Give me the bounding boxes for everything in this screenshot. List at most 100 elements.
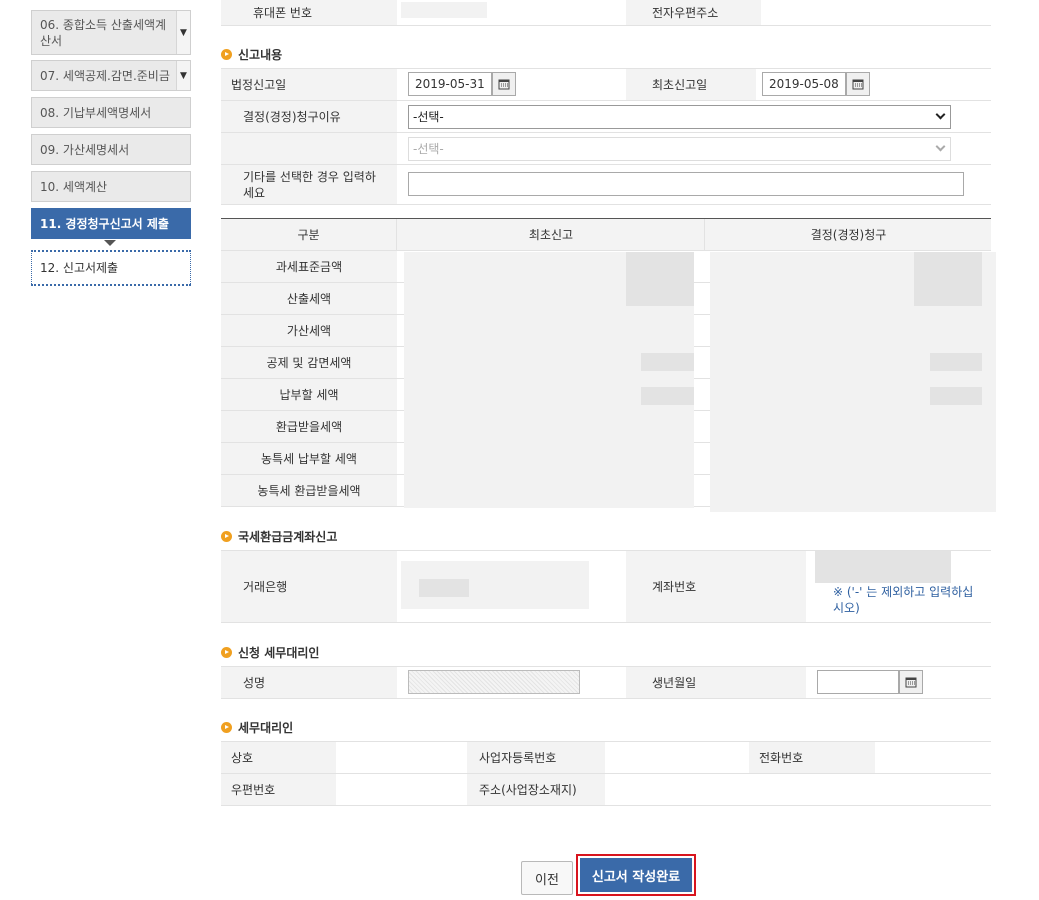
zip-label: 우편번호: [221, 774, 336, 805]
sidebar-item-label: 06. 종합소득 산출세액계산서: [40, 17, 167, 48]
sidebar-item-label: 09. 가산세명세서: [40, 142, 130, 157]
calendar-icon[interactable]: [492, 72, 516, 96]
bank-label-text: 거래은행: [243, 580, 288, 594]
prev-button[interactable]: 이전: [521, 861, 573, 895]
reason-select[interactable]: -선택-: [408, 105, 951, 129]
sidebar-item-12[interactable]: 12. 신고서제출: [31, 250, 191, 286]
col-header-initial: 최초신고: [398, 219, 705, 250]
first-date-label: 최초신고일: [626, 69, 756, 100]
sidebar-item-08[interactable]: 08. 기납부세액명세서: [31, 97, 191, 128]
other-reason-row: 기타를 선택한 경우 입력하세요: [221, 165, 991, 205]
section-bullet-icon: [221, 49, 232, 60]
chevron-down-icon[interactable]: ▼: [176, 11, 190, 54]
row-label: 농특세 납부할 세액: [221, 443, 397, 474]
tax-table-header: 구분 최초신고 결정(경정)청구: [221, 219, 991, 251]
reason-select-value: -선택-: [413, 110, 444, 124]
bank-label: 거래은행: [221, 551, 397, 622]
chevron-down-icon[interactable]: ▼: [176, 61, 190, 90]
date-row: 법정신고일 2019-05-31 최초신고일 2019-05-08: [221, 69, 991, 101]
sidebar-item-label: 10. 세액계산: [40, 179, 108, 194]
row-label-text: 농특세 납부할 세액: [261, 452, 357, 466]
sidebar-item-11[interactable]: 11. 경정청구신고서 제출: [31, 208, 191, 239]
row-label-text: 환급받을세액: [275, 420, 343, 434]
claim-values-redacted: [930, 353, 982, 371]
other-reason-input[interactable]: [408, 172, 964, 196]
section-title-text: 세무대리인: [238, 721, 294, 735]
bank-value-redacted: [419, 579, 469, 597]
birth-label: 생년월일: [626, 667, 806, 698]
agent-name-label-text: 성명: [243, 676, 266, 690]
sub-reason-label: [221, 133, 397, 164]
claim-values-redacted: [914, 252, 982, 306]
initial-values-redacted: [626, 252, 694, 306]
chevron-down-icon: [935, 141, 946, 152]
initial-values-redacted: [641, 387, 694, 405]
section-title-text: 신청 세무대리인: [238, 646, 320, 660]
col-header-text: 구분: [297, 228, 320, 242]
other-label-text: 기타를 선택한 경우 입력하세요: [243, 169, 376, 200]
complete-report-button[interactable]: 신고서 작성완료: [576, 854, 696, 896]
chevron-down-icon: [935, 109, 946, 120]
calendar-icon[interactable]: [899, 670, 923, 694]
section-bullet-icon: [221, 647, 232, 658]
sidebar-item-09[interactable]: 09. 가산세명세서: [31, 134, 191, 165]
col-header-claim: 결정(경정)청구: [706, 219, 991, 250]
email-label-text: 전자우편주소: [652, 6, 719, 20]
email-label: 전자우편주소: [626, 0, 761, 25]
col-header-text: 결정(경정)청구: [810, 228, 887, 242]
reason-label: 결정(경정)청구이유: [221, 101, 397, 132]
section-title-text: 신고내용: [238, 48, 283, 62]
row-label-text: 과세표준금액: [275, 260, 343, 274]
sidebar-item-label: 08. 기납부세액명세서: [40, 105, 152, 120]
section-title-refund: 국세환급금계좌신고: [221, 528, 337, 545]
sidebar-item-10[interactable]: 10. 세액계산: [31, 171, 191, 202]
contact-row: 휴대폰 번호 전자우편주소: [221, 0, 991, 26]
sidebar-item-label: 12. 신고서제출: [40, 261, 119, 275]
row-label-text: 납부할 세액: [279, 388, 339, 402]
col-header-text: 최초신고: [528, 228, 574, 242]
reason-row: 결정(경정)청구이유 -선택-: [221, 101, 991, 133]
row-label-text: 공제 및 감면세액: [266, 356, 352, 370]
agent-row-1: 상호 사업자등록번호 전화번호: [221, 742, 991, 774]
account-label: 계좌번호: [626, 551, 806, 622]
row-label: 공제 및 감면세액: [221, 347, 397, 378]
birth-date-input[interactable]: [817, 670, 899, 694]
zip-label-text: 우편번호: [231, 783, 276, 797]
agent-row-2: 우편번호 주소(사업장소재지): [221, 774, 991, 806]
row-label-text: 산출세액: [286, 292, 332, 306]
address-label: 주소(사업장소재지): [467, 774, 605, 805]
sidebar-item-06[interactable]: 06. 종합소득 산출세액계산서 ▼: [31, 10, 191, 55]
row-label-text: 농특세 환급받을세액: [257, 484, 361, 498]
reason-label-text: 결정(경정)청구이유: [243, 110, 341, 124]
agent-name-label: 성명: [221, 667, 397, 698]
company-label-text: 상호: [231, 751, 254, 765]
row-label: 산출세액: [221, 283, 397, 314]
agent-phone-label-text: 전화번호: [759, 751, 804, 765]
birth-label-text: 생년월일: [652, 676, 697, 690]
calendar-icon[interactable]: [846, 72, 870, 96]
section-bullet-icon: [221, 722, 232, 733]
account-note: ※ ('-' 는 제외하고 입력하십시오): [833, 585, 974, 615]
row-label: 환급받을세액: [221, 411, 397, 442]
section-title-report: 신고내용: [221, 46, 282, 63]
other-label: 기타를 선택한 경우 입력하세요: [221, 165, 397, 204]
legal-date-label-text: 법정신고일: [231, 78, 287, 92]
section-title-agent-apply: 신청 세무대리인: [221, 644, 319, 661]
agent-name-input[interactable]: [408, 670, 580, 694]
initial-values-redacted: [641, 353, 694, 371]
first-date-input[interactable]: 2019-05-08: [762, 72, 846, 96]
bizno-label-text: 사업자등록번호: [479, 751, 557, 765]
row-label: 농특세 환급받을세액: [221, 475, 397, 506]
claim-values-redacted: [930, 387, 982, 405]
sub-reason-select[interactable]: -선택-: [408, 137, 951, 161]
address-label-text: 주소(사업장소재지): [479, 783, 577, 797]
legal-date-input[interactable]: 2019-05-31: [408, 72, 492, 96]
first-date-label-text: 최초신고일: [652, 78, 708, 92]
row-label-text: 가산세액: [286, 324, 332, 338]
legal-date-label: 법정신고일: [221, 69, 397, 100]
sub-reason-row: -선택-: [221, 133, 991, 165]
account-value-redacted: [815, 551, 951, 583]
section-title-text: 국세환급금계좌신고: [238, 530, 338, 544]
sidebar-item-07[interactable]: 07. 세액공제.감면.준비금 ▼: [31, 60, 191, 91]
refund-account-row: 거래은행 계좌번호 ※ ('-' 는 제외하고 입력하십시오): [221, 551, 991, 623]
